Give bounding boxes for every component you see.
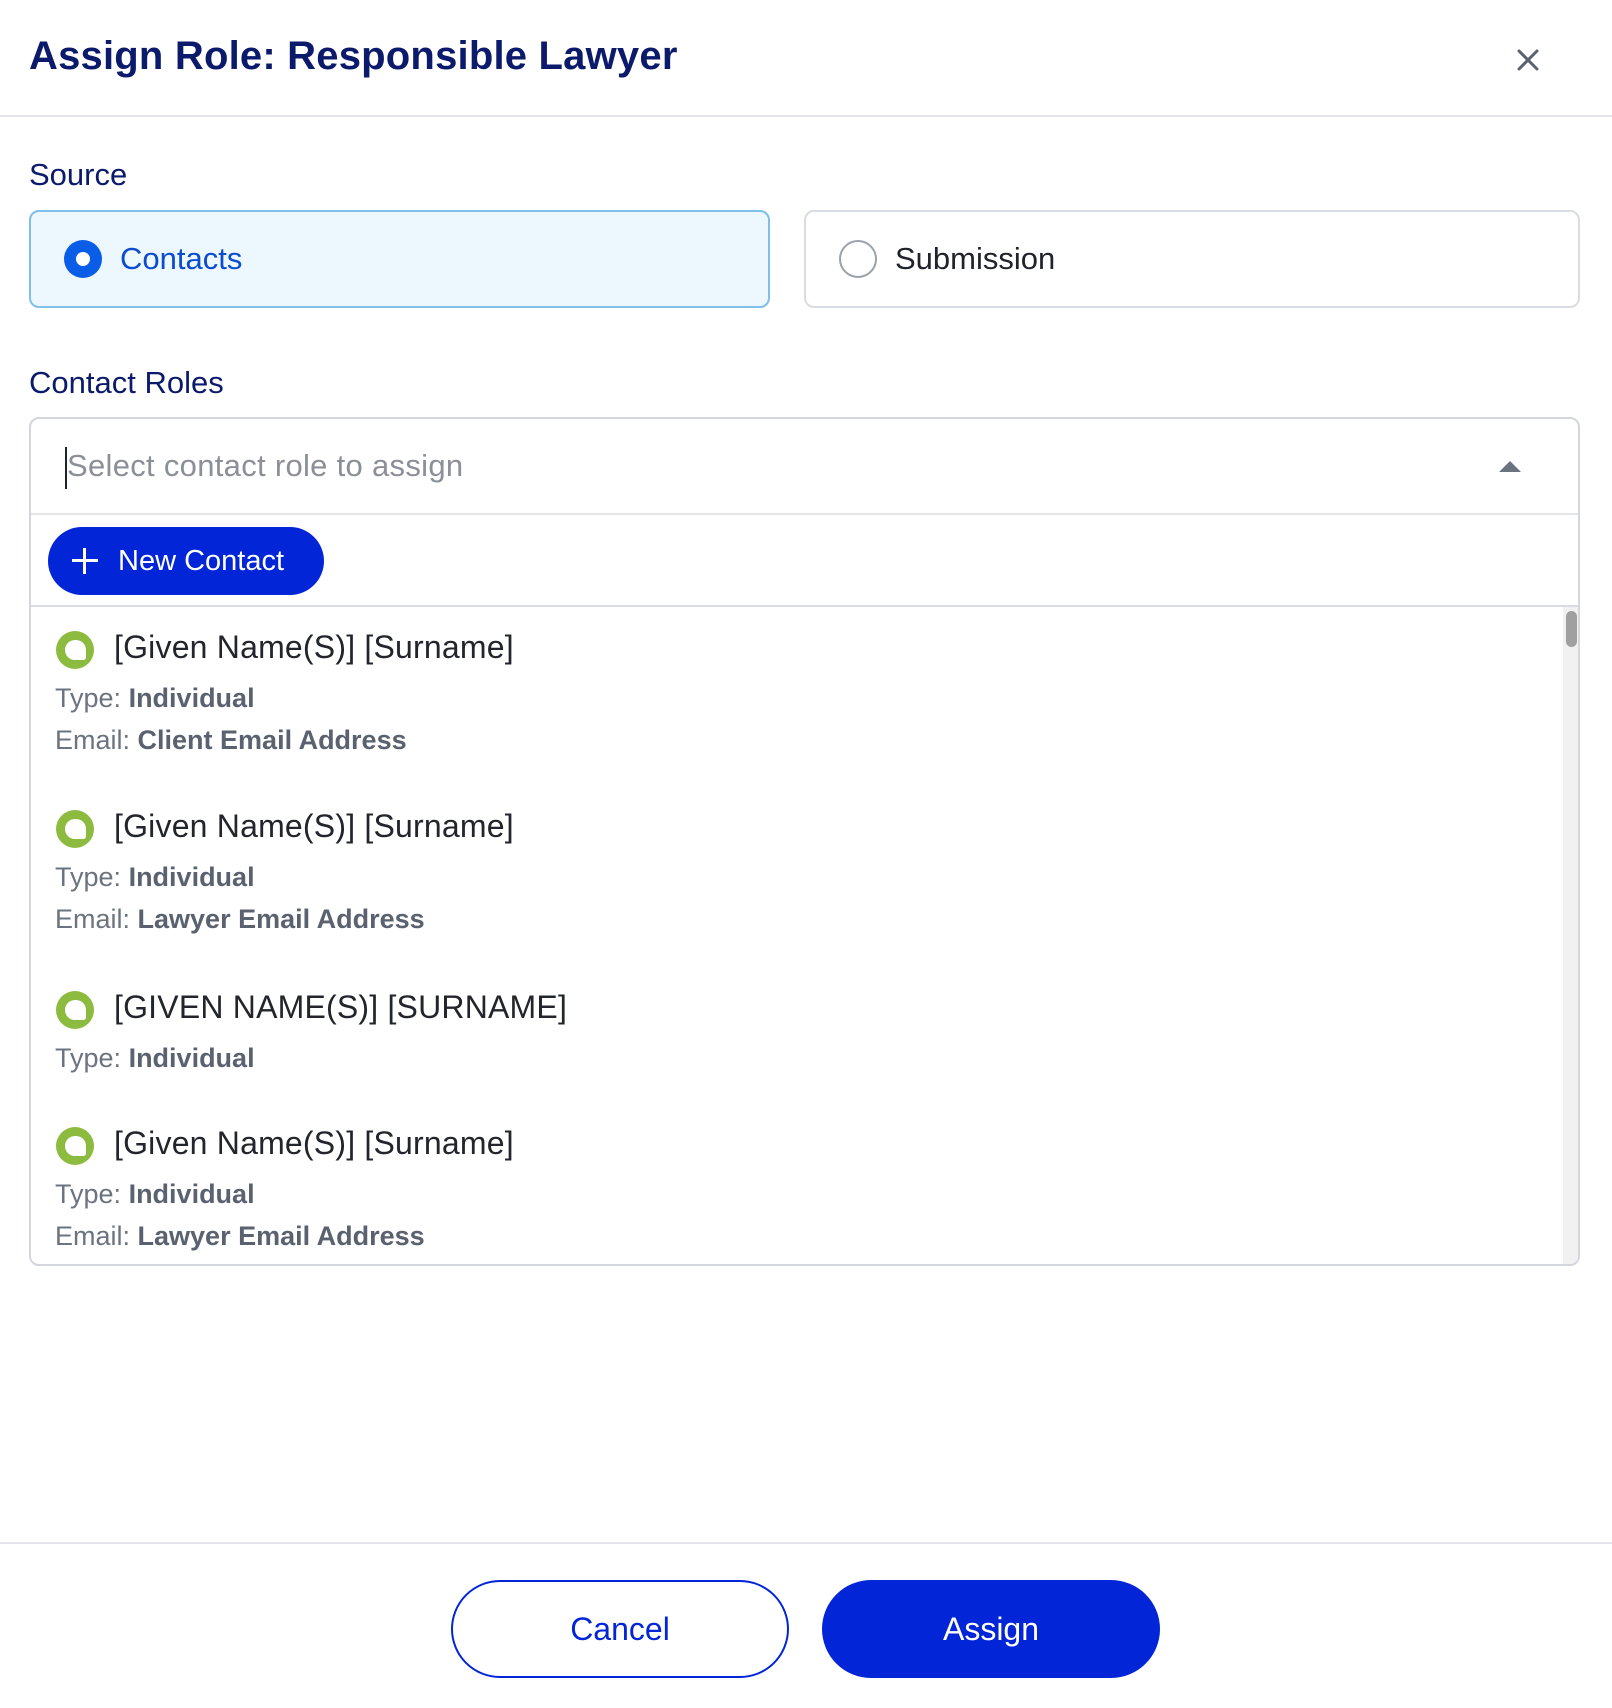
email-key: Email: <box>55 904 131 934</box>
dialog-footer: Cancel Assign <box>0 1542 1612 1708</box>
contact-list: [Given Name(S)] [Surname] Type: Individu… <box>31 607 1578 1264</box>
contact-roles-label: Contact Roles <box>29 365 224 400</box>
type-key: Type: <box>55 862 122 892</box>
email-key: Email: <box>55 1221 131 1251</box>
contact-type: Type: Individual <box>55 683 255 714</box>
source-option-label: Submission <box>895 241 1056 276</box>
contact-avatar-icon <box>56 810 94 848</box>
contact-type: Type: Individual <box>55 1043 255 1074</box>
type-value: Individual <box>128 1043 255 1073</box>
scrollbar-thumb[interactable] <box>1566 611 1577 647</box>
contact-name: [GIVEN NAME(S)] [SURNAME] <box>114 989 568 1025</box>
new-contact-bar: New Contact <box>31 515 1578 607</box>
contact-type: Type: Individual <box>55 862 255 893</box>
contact-avatar-icon <box>56 631 94 669</box>
type-key: Type: <box>55 683 122 713</box>
radio-unselected-icon[interactable] <box>839 240 877 278</box>
email-value: Lawyer Email Address <box>137 1221 425 1251</box>
type-key: Type: <box>55 1043 122 1073</box>
assign-button[interactable]: Assign <box>822 1580 1160 1678</box>
contact-role-placeholder: Select contact role to assign <box>67 448 464 483</box>
type-key: Type: <box>55 1179 122 1209</box>
list-item[interactable]: [Given Name(S)] [Surname] Type: Individu… <box>31 607 1563 787</box>
source-label: Source <box>29 157 128 192</box>
email-value: Lawyer Email Address <box>137 904 425 934</box>
type-value: Individual <box>128 683 255 713</box>
close-icon[interactable] <box>1508 40 1548 80</box>
contact-type: Type: Individual <box>55 1179 255 1210</box>
contact-role-combobox: Select contact role to assign New Contac… <box>29 417 1580 1266</box>
chevron-up-icon[interactable] <box>1499 461 1521 472</box>
plus-icon <box>72 548 98 574</box>
list-item[interactable]: [Given Name(S)] [Surname] Type: Individu… <box>31 787 1563 967</box>
contact-name: [Given Name(S)] [Surname] <box>114 1125 514 1161</box>
list-item[interactable]: [Given Name(S)] [Surname] Type: Individu… <box>31 1104 1563 1264</box>
contact-email: Email: Client Email Address <box>55 725 407 756</box>
email-key: Email: <box>55 725 131 755</box>
cancel-button[interactable]: Cancel <box>451 1580 789 1678</box>
email-value: Client Email Address <box>137 725 407 755</box>
type-value: Individual <box>128 1179 255 1209</box>
contact-avatar-icon <box>56 1127 94 1165</box>
source-option-label: Contacts <box>120 241 243 276</box>
source-option-contacts[interactable]: Contacts <box>29 210 770 308</box>
new-contact-button[interactable]: New Contact <box>48 527 324 595</box>
contact-email: Email: Lawyer Email Address <box>55 904 425 935</box>
contact-email: Email: Lawyer Email Address <box>55 1221 425 1252</box>
dialog-header: Assign Role: Responsible Lawyer <box>0 0 1612 117</box>
dialog-title: Assign Role: Responsible Lawyer <box>29 34 678 78</box>
contact-avatar-icon <box>56 991 94 1029</box>
contact-role-input[interactable]: Select contact role to assign <box>31 419 1578 515</box>
list-scrollbar[interactable] <box>1563 607 1578 1264</box>
type-value: Individual <box>128 862 255 892</box>
list-item[interactable]: [GIVEN NAME(S)] [SURNAME] Type: Individu… <box>31 967 1563 1104</box>
contact-name: [Given Name(S)] [Surname] <box>114 808 514 844</box>
radio-selected-icon[interactable] <box>64 240 102 278</box>
new-contact-label: New Contact <box>118 544 285 577</box>
contact-name: [Given Name(S)] [Surname] <box>114 629 514 665</box>
source-option-submission[interactable]: Submission <box>804 210 1580 308</box>
